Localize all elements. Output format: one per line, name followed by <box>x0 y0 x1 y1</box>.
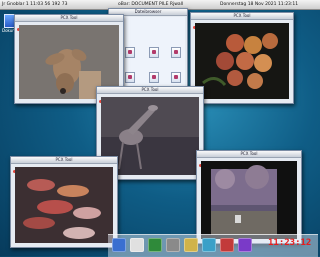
file-icon[interactable] <box>149 47 159 58</box>
window-titlebar[interactable]: PCX Tool <box>15 15 123 31</box>
dock-app-icon[interactable] <box>148 238 162 252</box>
koi-photo <box>15 167 113 243</box>
window-title: PCX Tool <box>141 87 159 92</box>
window-titlebar[interactable]: PCX Tool <box>197 151 301 167</box>
image-window-garden[interactable]: PCX Tool <box>196 150 302 244</box>
dock-app-icon[interactable] <box>130 238 144 252</box>
window-titlebar[interactable]: PCX Tool <box>191 13 293 29</box>
window-titlebar[interactable]: PCX Tool <box>97 87 203 103</box>
window-title: PCX Tool <box>240 151 258 156</box>
window-title: PCX Tool <box>60 15 78 20</box>
window-title: PCX Tool <box>233 13 251 18</box>
dock-app-icon[interactable] <box>220 238 234 252</box>
garden-photo <box>201 161 297 239</box>
menubar-clock-text: Donnerstag 18 Nov 2021 11:23:11 <box>220 2 299 7</box>
dock-app-icon[interactable] <box>184 238 198 252</box>
window-titlebar[interactable]: PCX Tool <box>11 157 117 173</box>
dock-app-icon[interactable] <box>202 238 216 252</box>
dock-clock: 11:23:12 <box>268 238 312 248</box>
dock: 11:23:12 <box>108 234 318 257</box>
file-icon[interactable] <box>171 72 181 83</box>
dock-app-icon[interactable] <box>238 238 252 252</box>
image-window-koi[interactable]: PCX Tool <box>10 156 118 248</box>
file-icon[interactable] <box>125 47 135 58</box>
file-icon[interactable] <box>149 72 159 83</box>
file-icon[interactable] <box>125 72 135 83</box>
dock-app-icon[interactable] <box>166 238 180 252</box>
menubar-left-text: Jr Gnoblar 1 11:03 56 192 73 <box>2 2 68 7</box>
window-title: PCX Tool <box>55 157 73 162</box>
image-window-apples[interactable]: PCX Tool <box>190 12 294 104</box>
file-icon[interactable] <box>171 47 181 58</box>
dock-app-icon[interactable] <box>112 238 126 252</box>
apples-photo <box>195 23 289 99</box>
